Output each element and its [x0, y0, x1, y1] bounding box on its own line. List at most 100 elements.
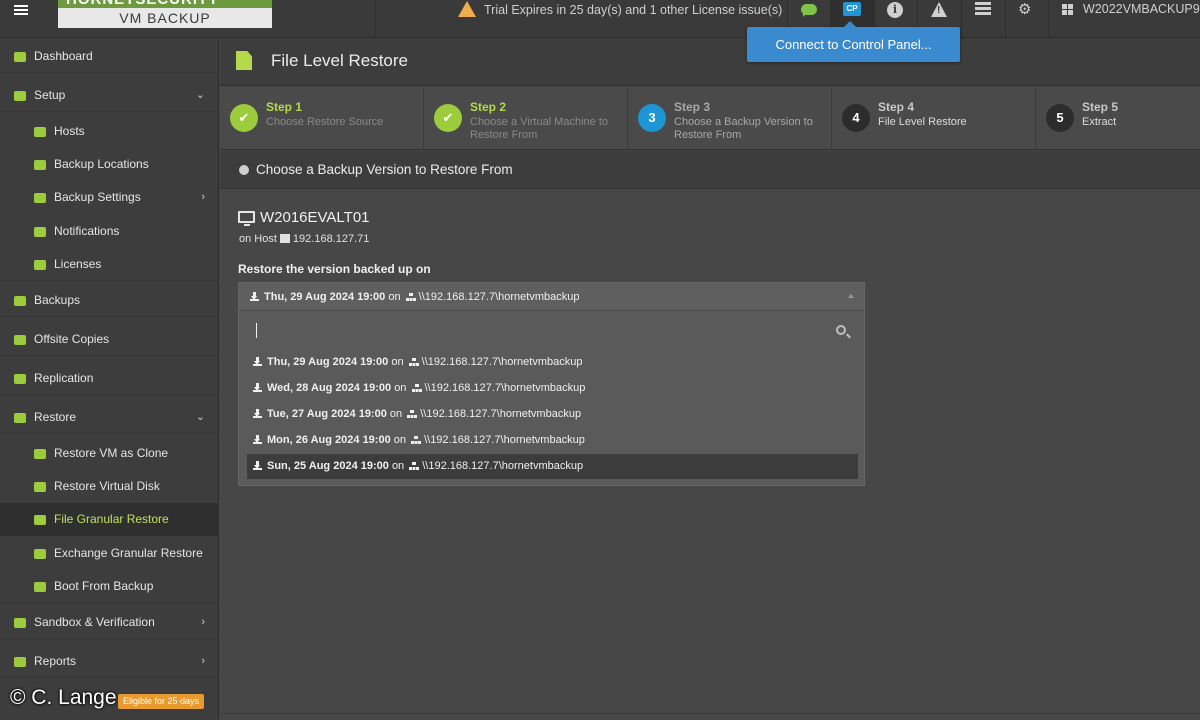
step-description: Choose a Backup Version to Restore From — [674, 116, 813, 141]
hostname-menu[interactable]: W2022VMBACKUP9 — [1083, 0, 1200, 20]
control-panel-icon[interactable]: CP — [843, 2, 861, 16]
power-icon — [34, 582, 46, 592]
logo-brand: HORNETSECURITY — [58, 0, 272, 8]
selected-path: \\192.168.127.7\hornetvmbackup — [418, 291, 580, 303]
server-icon[interactable] — [975, 2, 991, 16]
sidebar-item-restore-vm-as-clone[interactable]: Restore VM as Clone — [0, 437, 219, 470]
on-word: on — [394, 382, 407, 394]
sidebar-item-label: Notifications — [54, 224, 120, 238]
dropdown-option-highlighted[interactable]: Sun, 25 Aug 2024 19:00 on \\192.168.127.… — [247, 454, 858, 479]
chevron-down-icon: ⌄ — [195, 89, 205, 101]
page-title: File Level Restore — [271, 51, 409, 70]
step-3[interactable]: 3 Step 3 Choose a Backup Version to Rest… — [628, 86, 832, 150]
network-share-icon — [411, 436, 422, 444]
warning-icon — [458, 0, 476, 17]
sidebar-item-backup-settings[interactable]: Backup Settings › — [0, 181, 219, 214]
sidebar-item-sandbox-verification[interactable]: Sandbox & Verification › — [0, 606, 219, 639]
sidebar-item-label: Backup Settings — [54, 190, 141, 204]
sidebar-item-notifications[interactable]: Notifications — [0, 215, 219, 248]
chevron-down-icon: ⌄ — [195, 411, 205, 423]
footer-divider — [220, 713, 1200, 714]
dropdown-search-input[interactable] — [247, 319, 856, 343]
bar-chart-icon — [14, 657, 26, 667]
search-icon — [836, 325, 846, 335]
selected-date: Thu, 29 Aug 2024 19:00 — [264, 291, 386, 303]
step-number: 5 — [1046, 104, 1074, 132]
alert-icon[interactable]: ! — [931, 2, 947, 17]
option-path: \\192.168.127.7\hornetvmbackup — [422, 460, 584, 472]
chat-icon[interactable] — [800, 2, 820, 18]
sidebar-item-label: Setup — [34, 88, 66, 102]
sidebar-item-file-granular-restore[interactable]: File Granular Restore — [0, 503, 219, 536]
sidebar-item-label: Replication — [34, 371, 94, 385]
license-badge: Eligible for 25 days — [118, 694, 205, 709]
host-ip: 192.168.127.71 — [292, 233, 370, 245]
sidebar-item-replication[interactable]: Replication — [0, 362, 219, 395]
disk-icon — [34, 482, 46, 492]
file-icon — [34, 515, 46, 525]
on-word: on — [388, 291, 401, 303]
on-word: on — [391, 460, 405, 472]
sidebar-item-label: Restore VM as Clone — [54, 446, 169, 460]
chevron-up-icon[interactable] — [848, 294, 854, 298]
sidebar-item-licenses[interactable]: Licenses — [0, 248, 219, 281]
sidebar-item-backups[interactable]: Backups — [0, 284, 219, 317]
step-4: 4 Step 4 File Level Restore — [832, 86, 1036, 150]
sidebar-item-hosts[interactable]: Hosts — [0, 115, 219, 148]
sidebar-item-reports[interactable]: Reports › — [0, 645, 219, 678]
sidebar-item-label: Dashboard — [34, 49, 93, 63]
sidebar-item-restore[interactable]: Restore ⌄ — [0, 401, 219, 434]
download-icon — [34, 160, 46, 170]
file-icon — [236, 51, 252, 70]
check-icon: ✔ — [230, 104, 258, 132]
copy-icon — [14, 374, 26, 384]
sidebar-item-dashboard[interactable]: Dashboard — [0, 40, 219, 73]
divider — [375, 0, 376, 38]
trial-notice-text: Trial Expires in 25 day(s) and 1 other L… — [484, 3, 783, 17]
dropdown-option[interactable]: Mon, 26 Aug 2024 19:00 on \\192.168.127.… — [247, 428, 858, 453]
download-icon — [253, 409, 262, 418]
sidebar-item-setup[interactable]: Setup ⌄ — [0, 79, 219, 112]
undo-icon — [34, 449, 46, 459]
sidebar-item-label: Restore — [34, 410, 77, 424]
step-2[interactable]: ✔ Step 2 Choose a Virtual Machine to Res… — [424, 86, 628, 150]
connect-control-panel-button[interactable]: Connect to Control Panel... — [747, 21, 960, 62]
chevron-right-icon: › — [201, 655, 205, 667]
option-path: \\192.168.127.7\hornetvmbackup — [420, 408, 582, 420]
network-share-icon — [408, 358, 419, 366]
dropdown-option[interactable]: Tue, 27 Aug 2024 19:00 on \\192.168.127.… — [247, 402, 858, 427]
download-icon — [253, 435, 262, 444]
step-1[interactable]: ✔ Step 1 Choose Restore Source — [220, 86, 424, 150]
wizard-steps: ✔ Step 1 Choose Restore Source ✔ Step 2 … — [220, 85, 1200, 150]
step-5: 5 Step 5 Extract — [1036, 86, 1200, 150]
on-word: on — [393, 434, 407, 446]
info-icon[interactable]: i — [887, 2, 903, 18]
network-share-icon — [411, 384, 422, 392]
dropdown-option[interactable]: Thu, 29 Aug 2024 19:00 on \\192.168.127.… — [247, 350, 858, 375]
menu-icon[interactable] — [8, 3, 38, 25]
text-cursor — [256, 323, 257, 338]
sidebar-item-backup-locations[interactable]: Backup Locations — [0, 148, 219, 181]
cloud-upload-icon — [14, 335, 26, 345]
envelope-icon — [34, 549, 46, 559]
step-label: Step 1 — [266, 100, 303, 114]
step-description: File Level Restore — [878, 116, 967, 128]
gears-icon[interactable]: ⚙ — [1018, 2, 1038, 18]
option-date: Thu, 29 Aug 2024 19:00 — [267, 356, 389, 368]
windows-icon — [1062, 4, 1074, 16]
sidebar-item-label: Exchange Granular Restore — [54, 546, 203, 560]
sidebar-item-boot-from-backup[interactable]: Boot From Backup — [0, 570, 219, 603]
step-number: 4 — [842, 104, 870, 132]
sidebar-item-label: Hosts — [54, 124, 85, 138]
step-number: 3 — [638, 104, 666, 132]
sidebar-item-offsite-copies[interactable]: Offsite Copies — [0, 323, 219, 356]
option-date: Mon, 26 Aug 2024 19:00 — [267, 434, 391, 446]
download-icon — [253, 461, 262, 470]
trial-notice[interactable]: Trial Expires in 25 day(s) and 1 other L… — [458, 0, 782, 20]
dropdown-option[interactable]: Wed, 28 Aug 2024 19:00 on \\192.168.127.… — [247, 376, 858, 401]
sidebar-item-exchange-granular-restore[interactable]: Exchange Granular Restore — [0, 537, 219, 570]
copyright-watermark: © C. Lange — [10, 686, 117, 709]
sidebar-item-restore-virtual-disk[interactable]: Restore Virtual Disk — [0, 470, 219, 503]
backup-version-select[interactable]: Thu, 29 Aug 2024 19:00 on \\192.168.127.… — [239, 283, 864, 311]
sidebar-item-label: File Granular Restore — [54, 512, 169, 526]
